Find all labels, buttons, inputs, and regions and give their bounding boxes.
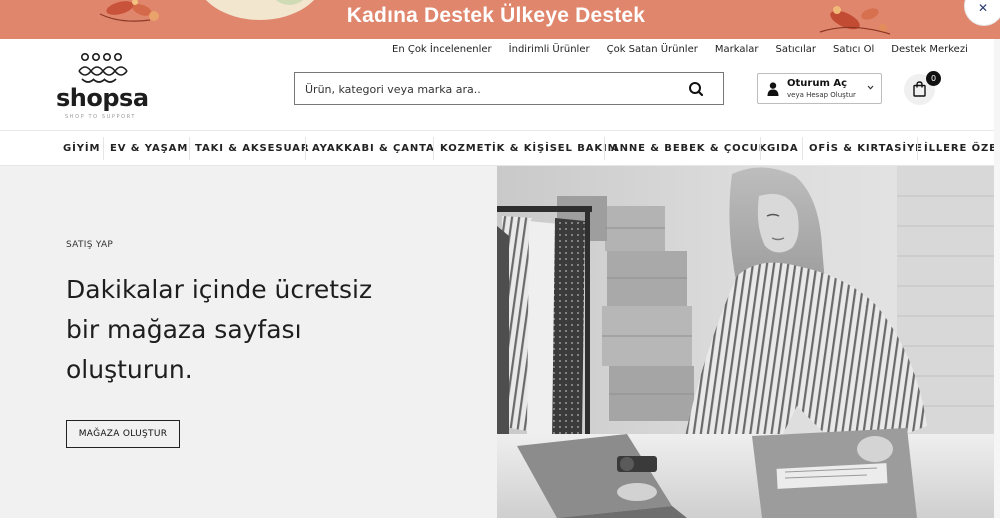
category-giyim[interactable]: GİYİM: [63, 131, 100, 166]
woman-packing-orders-photo: [497, 166, 995, 518]
category-anne-bebek-cocuk[interactable]: ANNE & BEBEK & ÇOCUK: [611, 131, 767, 166]
top-link-sellers[interactable]: Satıcılar: [776, 44, 816, 55]
logo-tagline: SHOP TO SUPPORT: [65, 114, 137, 120]
category-divider: [917, 137, 918, 160]
top-link-discounted[interactable]: İndirimli Ürünler: [509, 44, 590, 55]
category-divider: [433, 137, 434, 160]
hero-title-line: Dakikalar içinde ücretsiz: [66, 275, 373, 304]
close-icon[interactable]: ✕: [978, 1, 988, 15]
account-title: Oturum Aç: [787, 78, 848, 89]
category-divider: [802, 137, 803, 160]
category-divider: [189, 137, 190, 160]
hero-eyebrow: SATIŞ YAP: [66, 240, 114, 250]
hero-title-line: bir mağaza sayfası: [66, 315, 302, 344]
promo-text: Kadına Destek Ülkeye Destek: [346, 4, 646, 27]
category-nav: GİYİM EV & YAŞAM TAKI & AKSESUAR AYAKKAB…: [0, 131, 1000, 166]
category-divider: [760, 137, 761, 160]
category-kozmetik[interactable]: KOZMETİK & KİŞİSEL BAKIM: [440, 131, 618, 166]
category-ev-yasam[interactable]: EV & YAŞAM: [110, 131, 188, 166]
logo-mark-icon: [78, 53, 128, 83]
promo-banner[interactable]: Kadına Destek Ülkeye Destek ✕: [0, 0, 1000, 39]
account-subtitle: veya Hesap Oluştur: [787, 91, 856, 99]
category-ofis-kirtasiye[interactable]: OFİS & KIRTASİYE: [809, 131, 923, 166]
hero-title-line: oluşturun.: [66, 355, 193, 384]
page-scrollbar[interactable]: [994, 39, 1000, 518]
hero-title: Dakikalar içinde ücretsiz bir mağaza say…: [66, 270, 446, 390]
category-gida[interactable]: GIDA: [767, 131, 799, 166]
top-link-support[interactable]: Destek Merkezi: [891, 44, 968, 55]
top-links: En Çok İncelenenler İndirimli Ürünler Ço…: [392, 44, 985, 55]
shopping-bag-icon: [913, 81, 926, 97]
top-link-become-seller[interactable]: Satıcı Ol: [833, 44, 874, 55]
site-header: En Çok İncelenenler İndirimli Ürünler Ço…: [0, 39, 1000, 131]
create-store-button[interactable]: MAĞAZA OLUŞTUR: [66, 420, 180, 448]
category-illere-ozel[interactable]: İLLERE ÖZEL: [924, 131, 1000, 166]
user-icon: [767, 82, 779, 96]
category-ayakkabi-canta[interactable]: AYAKKABI & ÇANTA: [312, 131, 435, 166]
account-login-button[interactable]: Oturum Aç veya Hesap Oluştur: [757, 73, 882, 104]
search-button[interactable]: [685, 79, 707, 99]
category-taki-aksesuar[interactable]: TAKI & AKSESUAR: [195, 131, 309, 166]
category-divider: [103, 137, 104, 160]
chevron-down-icon: [867, 85, 874, 90]
search-icon[interactable]: [685, 79, 707, 99]
site-logo[interactable]: shopsa SHOP TO SUPPORT: [55, 51, 150, 127]
category-divider: [604, 137, 605, 160]
category-divider: [305, 137, 306, 160]
hero-section: SATIŞ YAP Dakikalar içinde ücretsiz bir …: [0, 166, 1000, 518]
top-link-most-reviewed[interactable]: En Çok İncelenenler: [392, 44, 492, 55]
search-box: [294, 72, 724, 105]
cart-count-badge: 0: [926, 71, 941, 86]
logo-wordmark: shopsa: [56, 84, 149, 112]
top-link-best-sellers[interactable]: Çok Satan Ürünler: [607, 44, 698, 55]
top-link-brands[interactable]: Markalar: [715, 44, 759, 55]
search-input[interactable]: [305, 80, 675, 98]
